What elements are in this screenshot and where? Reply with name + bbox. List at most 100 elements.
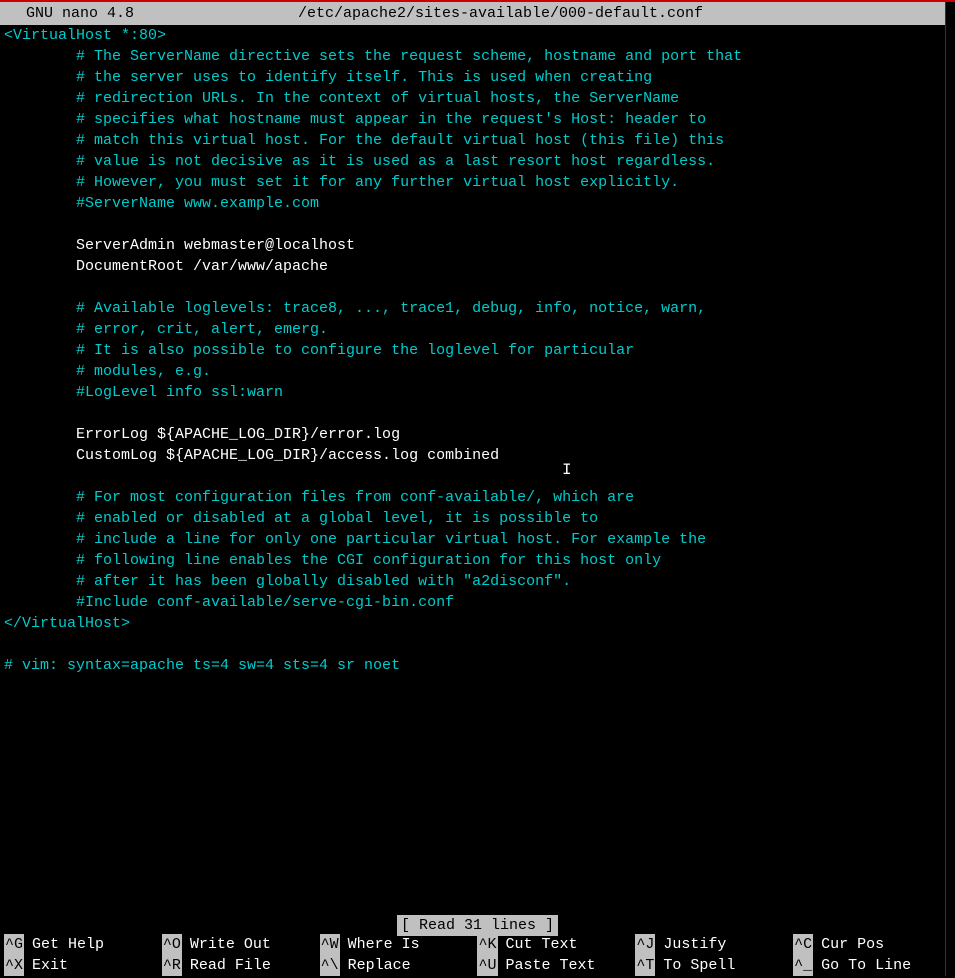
- editor-line[interactable]: ServerAdmin webmaster@localhost: [4, 235, 951, 256]
- editor-line-text: CustomLog ${APACHE_LOG_DIR}/access.log c…: [4, 447, 499, 464]
- editor-line[interactable]: </VirtualHost>: [4, 613, 951, 634]
- shortcut-label: Exit: [32, 955, 68, 976]
- shortcut-key: ^G: [4, 934, 24, 955]
- editor-line-text: </VirtualHost>: [4, 615, 130, 632]
- editor-line[interactable]: #ServerName www.example.com: [4, 193, 951, 214]
- editor-line[interactable]: # The ServerName directive sets the requ…: [4, 46, 951, 67]
- editor-line[interactable]: #LogLevel info ssl:warn: [4, 382, 951, 403]
- shortcut-label: Justify: [663, 934, 726, 955]
- editor-line[interactable]: [4, 277, 951, 298]
- editor-line[interactable]: [4, 214, 951, 235]
- shortcut-label: Write Out: [190, 934, 271, 955]
- editor-line[interactable]: # the server uses to identify itself. Th…: [4, 67, 951, 88]
- editor-line-text: # It is also possible to configure the l…: [4, 342, 634, 359]
- shortcut-key: ^X: [4, 955, 24, 976]
- editor-line[interactable]: # after it has been globally disabled wi…: [4, 571, 951, 592]
- editor-line-text: # vim: syntax=apache ts=4 sw=4 sts=4 sr …: [4, 657, 400, 674]
- editor-line-text: DocumentRoot /var/www/apache: [4, 258, 328, 275]
- editor-line-text: # the server uses to identify itself. Th…: [4, 69, 652, 86]
- shortcut-key: ^J: [635, 934, 655, 955]
- editor-line-text: # after it has been globally disabled wi…: [4, 573, 571, 590]
- shortcut-item[interactable]: ^K Cut Text: [477, 934, 635, 955]
- shortcut-label: Where Is: [348, 934, 420, 955]
- editor-line-text: # modules, e.g.: [4, 363, 211, 380]
- editor-line[interactable]: # It is also possible to configure the l…: [4, 340, 951, 361]
- editor-line[interactable]: # specifies what hostname must appear in…: [4, 109, 951, 130]
- editor-line-text: #Include conf-available/serve-cgi-bin.co…: [4, 594, 454, 611]
- shortcut-bar: ^G Get Help ^O Write Out ^W Where Is ^K Cut Tex…: [0, 934, 955, 978]
- shortcut-key: ^U: [477, 955, 497, 976]
- editor-line-text: # following line enables the CGI configu…: [4, 552, 661, 569]
- editor-line[interactable]: # Available loglevels: trace8, ..., trac…: [4, 298, 951, 319]
- open-file-path: /etc/apache2/sites-available/000-default…: [54, 3, 947, 24]
- shortcut-row-1: ^G Get Help ^O Write Out ^W Where Is ^K Cut Tex…: [4, 934, 951, 955]
- editor-line[interactable]: # However, you must set it for any furth…: [4, 172, 951, 193]
- editor-line[interactable]: # modules, e.g.: [4, 361, 951, 382]
- status-line: [ Read 31 lines ]: [0, 915, 955, 936]
- shortcut-item[interactable]: ^_ Go To Line: [793, 955, 951, 976]
- shortcut-label: Go To Line: [821, 955, 911, 976]
- shortcut-item[interactable]: ^G Get Help: [4, 934, 162, 955]
- editor-line-text: ServerAdmin webmaster@localhost: [4, 237, 355, 254]
- editor-line-text: # include a line for only one particular…: [4, 531, 706, 548]
- editor-line[interactable]: [4, 403, 951, 424]
- editor-line[interactable]: #Include conf-available/serve-cgi-bin.co…: [4, 592, 951, 613]
- shortcut-item[interactable]: ^T To Spell: [635, 955, 793, 976]
- editor-area[interactable]: <VirtualHost *:80> # The ServerName dire…: [0, 25, 955, 676]
- editor-line-text: # redirection URLs. In the context of vi…: [4, 90, 679, 107]
- editor-line[interactable]: <VirtualHost *:80>: [4, 25, 951, 46]
- editor-line-text: # However, you must set it for any furth…: [4, 174, 679, 191]
- editor-line[interactable]: # following line enables the CGI configu…: [4, 550, 951, 571]
- titlebar: GNU nano 4.8 /etc/apache2/sites-availabl…: [0, 2, 955, 25]
- editor-line[interactable]: # error, crit, alert, emerg.: [4, 319, 951, 340]
- shortcut-label: Replace: [348, 955, 411, 976]
- editor-line-text: # match this virtual host. For the defau…: [4, 132, 724, 149]
- editor-line[interactable]: # value is not decisive as it is used as…: [4, 151, 951, 172]
- shortcut-item[interactable]: ^RRead File: [162, 955, 320, 976]
- shortcut-item[interactable]: ^X Exit: [4, 955, 162, 976]
- editor-line[interactable]: # For most configuration files from conf…: [4, 487, 951, 508]
- shortcut-key: ^C: [793, 934, 813, 955]
- editor-line[interactable]: [4, 634, 951, 655]
- editor-line[interactable]: # enabled or disabled at a global level,…: [4, 508, 951, 529]
- shortcut-label: To Spell: [663, 955, 735, 976]
- editor-line[interactable]: [4, 466, 951, 487]
- shortcut-key: ^\: [320, 955, 340, 976]
- editor-line[interactable]: DocumentRoot /var/www/apache: [4, 256, 951, 277]
- editor-line-text: # specifies what hostname must appear in…: [4, 111, 706, 128]
- shortcut-item[interactable]: ^J Justify: [635, 934, 793, 955]
- shortcut-key: ^K: [477, 934, 497, 955]
- shortcut-key: ^T: [635, 955, 655, 976]
- text-cursor-icon: I: [562, 459, 572, 481]
- editor-line-text: ErrorLog ${APACHE_LOG_DIR}/error.log: [4, 426, 400, 443]
- shortcut-label: Paste Text: [506, 955, 596, 976]
- shortcut-item[interactable]: ^C Cur Pos: [793, 934, 951, 955]
- editor-line-text: #LogLevel info ssl:warn: [4, 384, 283, 401]
- editor-line-text: # value is not decisive as it is used as…: [4, 153, 715, 170]
- editor-line[interactable]: # match this virtual host. For the defau…: [4, 130, 951, 151]
- shortcut-label: Get Help: [32, 934, 104, 955]
- shortcut-item[interactable]: ^W Where Is: [320, 934, 478, 955]
- editor-line[interactable]: # include a line for only one particular…: [4, 529, 951, 550]
- shortcut-key: ^R: [162, 955, 182, 976]
- editor-line[interactable]: # redirection URLs. In the context of vi…: [4, 88, 951, 109]
- editor-line-text: #ServerName www.example.com: [4, 195, 319, 212]
- shortcut-key: ^W: [320, 934, 340, 955]
- editor-line-text: # error, crit, alert, emerg.: [4, 321, 328, 338]
- editor-line-text: # The ServerName directive sets the requ…: [4, 48, 742, 65]
- shortcut-label: Cur Pos: [821, 934, 884, 955]
- shortcut-item[interactable]: ^\ Replace: [320, 955, 478, 976]
- editor-line[interactable]: CustomLog ${APACHE_LOG_DIR}/access.log c…: [4, 445, 951, 466]
- editor-line-text: # enabled or disabled at a global level,…: [4, 510, 598, 527]
- editor-line[interactable]: # vim: syntax=apache ts=4 sw=4 sts=4 sr …: [4, 655, 951, 676]
- shortcut-key: ^O: [162, 934, 182, 955]
- shortcut-key: ^_: [793, 955, 813, 976]
- editor-line-text: # For most configuration files from conf…: [4, 489, 634, 506]
- shortcut-label: Cut Text: [506, 934, 578, 955]
- status-message: [ Read 31 lines ]: [397, 915, 558, 936]
- editor-line[interactable]: ErrorLog ${APACHE_LOG_DIR}/error.log: [4, 424, 951, 445]
- editor-line-text: # Available loglevels: trace8, ..., trac…: [4, 300, 706, 317]
- shortcut-item[interactable]: ^U Paste Text: [477, 955, 635, 976]
- vertical-scrollbar[interactable]: [945, 2, 955, 976]
- shortcut-item[interactable]: ^O Write Out: [162, 934, 320, 955]
